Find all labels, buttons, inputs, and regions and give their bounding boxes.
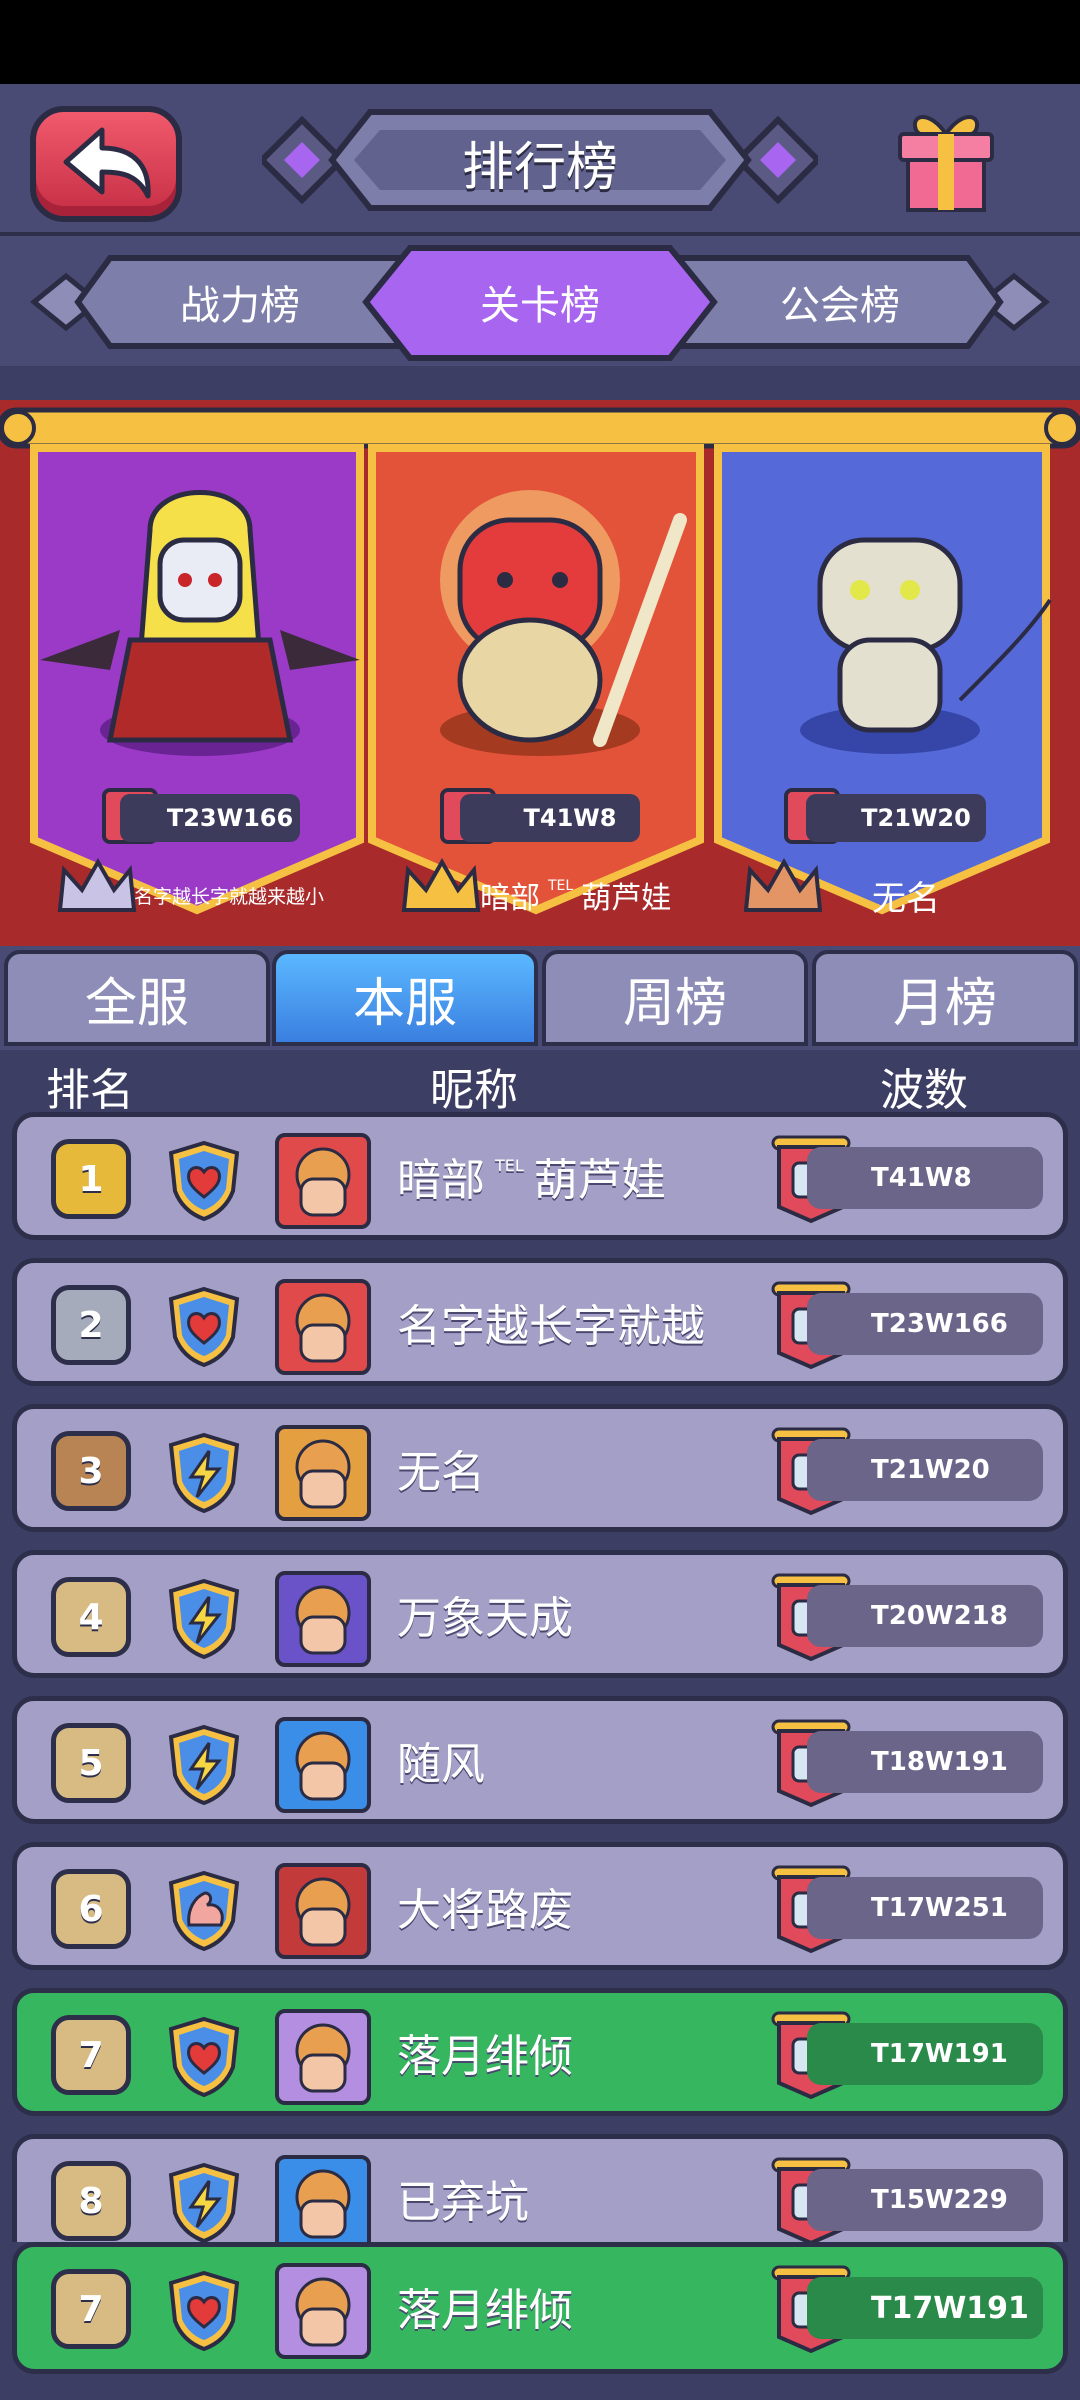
wave-value: T17W251 — [807, 1877, 1043, 1939]
player-name-text: 已弃坑 — [397, 2177, 529, 2228]
heart-badge-icon — [168, 2270, 240, 2351]
wave-value: T20W218 — [807, 1585, 1043, 1647]
player-name-text: 落月绯倾 — [397, 2031, 573, 2082]
heart-badge-icon — [168, 1286, 240, 1367]
rank-number: 7 — [51, 2269, 131, 2349]
rank-number: 5 — [51, 1723, 131, 1803]
lightning-badge-icon — [168, 1724, 240, 1805]
wave-value: T41W8 — [807, 1147, 1043, 1209]
player-name: 万象天成 — [397, 1555, 573, 1673]
player-name: 落月绯倾 — [397, 1993, 573, 2111]
player-name-tag: TEL — [495, 1155, 524, 1175]
lightning-badge-icon — [168, 1578, 240, 1659]
player-name: 已弃坑 — [397, 2139, 529, 2242]
table-row[interactable]: 7 落月绯倾 T17W191 — [12, 1988, 1068, 2116]
player-name-text: 万象天成 — [397, 1593, 573, 1644]
player-name: 大将路废 — [397, 1847, 573, 1965]
wave-value: T18W191 — [807, 1731, 1043, 1793]
rank-number: 2 — [51, 1285, 131, 1365]
rank-list: 1 暗部 TEL 葫芦娃 T41W8 2 名字越长字就越 T23W166 3 无名 T21W20 4 万… — [0, 0, 1080, 2242]
player-name-text: 随风 — [397, 1739, 485, 1790]
lightning-badge-icon — [168, 1432, 240, 1513]
table-row[interactable]: 3 无名 T21W20 — [12, 1404, 1068, 1532]
player-name-text: 大将路废 — [397, 1885, 573, 1936]
muscle-badge-icon — [168, 1870, 240, 1951]
rank-number: 7 — [51, 2015, 131, 2095]
my-rank-row[interactable]: 7 落月绯倾 T17W191 — [12, 2242, 1068, 2374]
player-name: 无名 — [397, 1409, 485, 1527]
avatar — [275, 1133, 371, 1229]
rank-number: 1 — [51, 1139, 131, 1219]
avatar — [275, 1863, 371, 1959]
rank-number: 3 — [51, 1431, 131, 1511]
wave-value: T15W229 — [807, 2169, 1043, 2231]
avatar — [275, 1717, 371, 1813]
table-row[interactable]: 4 万象天成 T20W218 — [12, 1550, 1068, 1678]
player-name-text: 无名 — [397, 1447, 485, 1498]
player-name: 落月绯倾 — [397, 2285, 573, 2336]
avatar — [275, 2009, 371, 2105]
wave-value: T23W166 — [807, 1293, 1043, 1355]
player-name-text-2: 葫芦娃 — [533, 1155, 666, 1206]
table-row[interactable]: 6 大将路废 T17W251 — [12, 1842, 1068, 1970]
avatar — [275, 1279, 371, 1375]
player-name: 名字越长字就越 — [397, 1263, 705, 1381]
wave-value: T17W191 — [807, 2023, 1043, 2085]
table-row[interactable]: 2 名字越长字就越 T23W166 — [12, 1258, 1068, 1386]
player-name: 随风 — [397, 1701, 485, 1819]
wave-value: T17W191 — [807, 2277, 1043, 2339]
wave-value: T21W20 — [807, 1439, 1043, 1501]
avatar — [275, 2155, 371, 2242]
heart-badge-icon — [168, 2016, 240, 2097]
avatar — [275, 2263, 371, 2359]
avatar — [275, 1425, 371, 1521]
rank-number: 4 — [51, 1577, 131, 1657]
rank-number: 8 — [51, 2161, 131, 2241]
table-row[interactable]: 8 已弃坑 T15W229 — [12, 2134, 1068, 2242]
table-row[interactable]: 5 随风 T18W191 — [12, 1696, 1068, 1824]
avatar — [275, 1571, 371, 1667]
player-name-text: 暗部 — [397, 1155, 485, 1206]
table-row[interactable]: 1 暗部 TEL 葫芦娃 T41W8 — [12, 1112, 1068, 1240]
rank-number: 6 — [51, 1869, 131, 1949]
lightning-badge-icon — [168, 2162, 240, 2242]
heart-badge-icon — [168, 1140, 240, 1221]
player-name-text: 名字越长字就越 — [397, 1301, 705, 1352]
player-name: 暗部 TEL 葫芦娃 — [397, 1117, 666, 1235]
